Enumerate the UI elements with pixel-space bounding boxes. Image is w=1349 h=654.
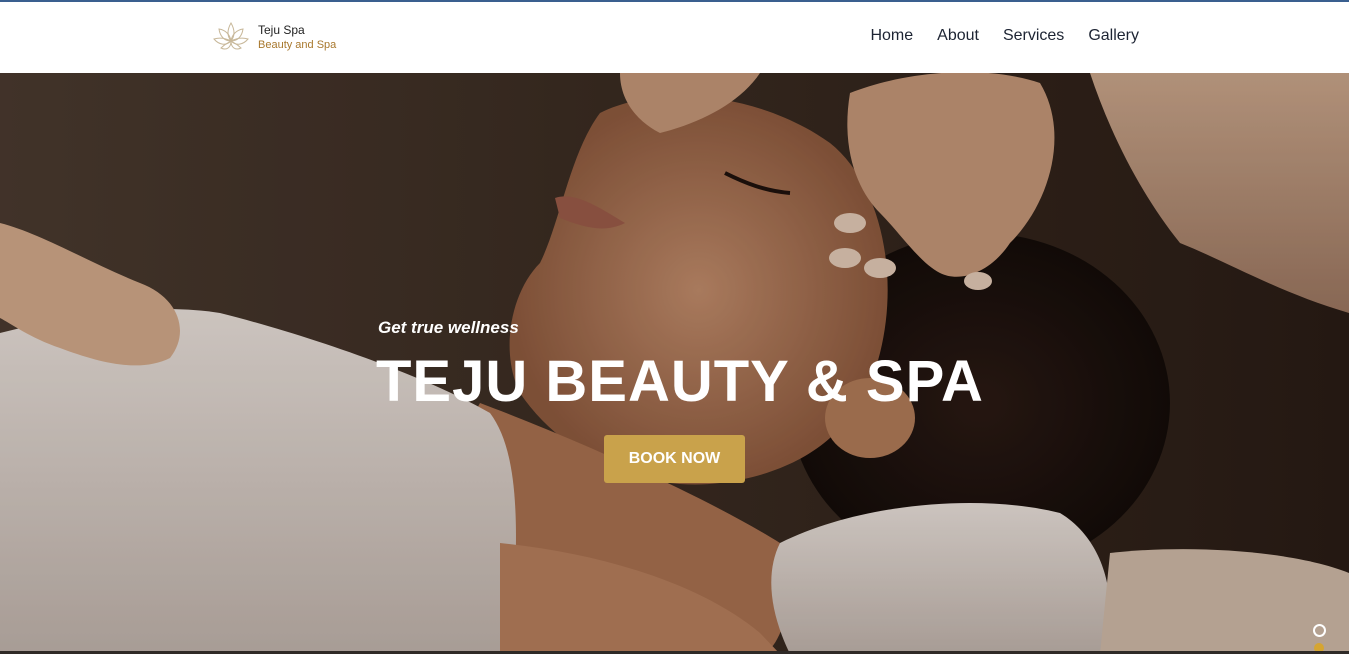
- navbar: Teju Spa Beauty and Spa Home About Servi…: [0, 2, 1349, 73]
- hero-subtitle: Get true wellness: [378, 318, 519, 337]
- lotus-icon: [213, 21, 249, 50]
- nav-link-services[interactable]: Services: [1003, 27, 1064, 45]
- nav-link-gallery[interactable]: Gallery: [1088, 27, 1139, 45]
- brand[interactable]: Teju Spa Beauty and Spa: [210, 16, 336, 60]
- hero-section: Get true wellness TEJU BEAUTY & SPA BOOK…: [0, 73, 1349, 654]
- brand-text: Teju Spa Beauty and Spa: [258, 23, 336, 53]
- brand-tagline: Beauty and Spa: [258, 39, 337, 51]
- hero-title: TEJU BEAUTY & SPA: [376, 349, 984, 414]
- nav-link-about[interactable]: About: [937, 27, 979, 45]
- brand-name: Teju Spa: [258, 23, 305, 37]
- slider-dot-1[interactable]: [1313, 624, 1326, 637]
- book-now-button[interactable]: BOOK NOW: [604, 435, 745, 483]
- main-nav: Home About Services Gallery: [870, 27, 1139, 45]
- nav-link-home[interactable]: Home: [870, 27, 913, 45]
